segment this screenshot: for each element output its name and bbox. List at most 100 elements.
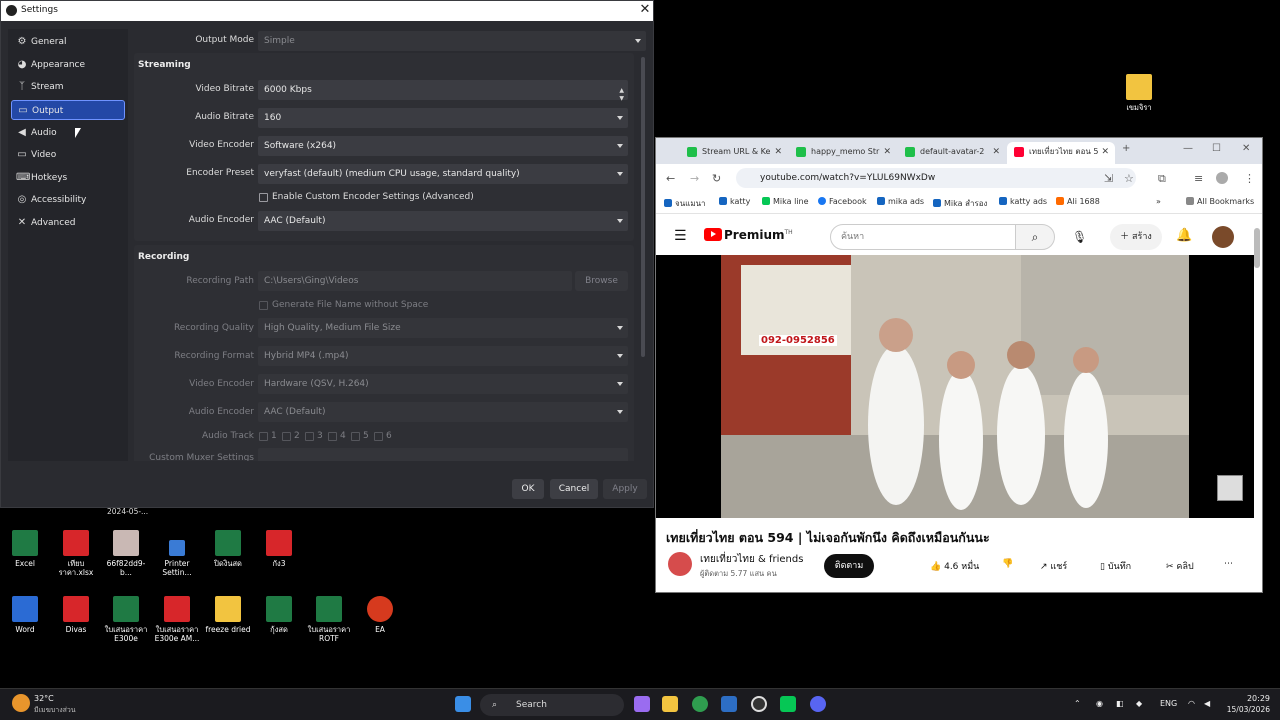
nav-item-video[interactable]: ▭ Video: [11, 145, 125, 165]
nav-item-audio[interactable]: ◀ Audio: [11, 123, 125, 143]
nav-item-appearance[interactable]: ◕ Appearance: [11, 55, 125, 75]
forward-icon[interactable]: →: [690, 172, 699, 185]
recording-quality-select[interactable]: High Quality, Medium File Size: [258, 318, 628, 338]
apply-button[interactable]: Apply: [603, 479, 647, 499]
muxer-input[interactable]: [258, 448, 628, 461]
browse-button[interactable]: Browse: [575, 271, 628, 291]
obs-icon[interactable]: [751, 696, 767, 712]
bookmark-item[interactable]: katty ads: [999, 197, 1047, 206]
spin-down-icon[interactable]: ▼: [619, 89, 624, 109]
cancel-button[interactable]: Cancel: [550, 479, 598, 499]
tray-app-icon[interactable]: ◉: [1096, 699, 1103, 708]
star-icon[interactable]: ☆: [1124, 172, 1134, 185]
nav-item-hotkeys[interactable]: ⌨ Hotkeys: [11, 168, 125, 188]
all-bookmarks[interactable]: All Bookmarks: [1186, 197, 1254, 206]
audio-bitrate-select[interactable]: 160: [258, 108, 628, 128]
account-avatar[interactable]: [1212, 226, 1234, 248]
chrome-icon[interactable]: [692, 696, 708, 712]
desktop-icon-excel2[interactable]: ปิดงินสด: [203, 530, 253, 568]
close-tab-icon[interactable]: ✕: [1101, 142, 1109, 162]
channel-name[interactable]: เทยเที่ยวไทย & friends: [700, 552, 803, 567]
windows-start-icon[interactable]: [455, 696, 471, 712]
audio-track-4-checkbox[interactable]: [328, 432, 337, 441]
audio-track-1-checkbox[interactable]: [259, 432, 268, 441]
desktop-icon-quote-rotf[interactable]: ใบเสนอราคา ROTF: [304, 596, 354, 643]
close-icon[interactable]: ✕: [1242, 143, 1250, 154]
back-icon[interactable]: ←: [666, 172, 675, 185]
taskbar-search[interactable]: ⌕ Search: [480, 694, 624, 716]
desktop-icon-divas[interactable]: Divas: [51, 596, 101, 634]
channel-watermark-icon[interactable]: [1217, 475, 1243, 501]
browser-tab-active[interactable]: เทยเที่ยวไทย ตอน 5 ✕: [1007, 142, 1115, 164]
like-button[interactable]: 👍 4.6 หมื่น: [930, 559, 979, 573]
tray-app-icon[interactable]: ◆: [1136, 699, 1142, 708]
video-bitrate-input[interactable]: 6000 Kbps ▲ ▼: [258, 80, 628, 102]
youtube-premium-logo[interactable]: PremiumTH: [704, 228, 793, 242]
recording-path-input[interactable]: C:\Users\Ging\Videos: [258, 271, 572, 291]
video-player[interactable]: 092-0952856: [721, 255, 1189, 518]
tray-app-icon[interactable]: ◧: [1116, 699, 1124, 708]
clock-time[interactable]: 20:29: [1220, 694, 1270, 703]
bookmark-item[interactable]: Ali 1688: [1056, 197, 1100, 206]
desktop-icon-pdf[interactable]: กัง3: [254, 530, 304, 568]
search-icon[interactable]: ⌕: [1015, 224, 1055, 250]
bookmark-item[interactable]: จนแมนา: [664, 197, 706, 210]
chevron-up-icon[interactable]: ⌃: [1074, 699, 1081, 708]
notifications-bell-icon[interactable]: 🔔: [1176, 228, 1192, 243]
desktop-icon-freeze-dried[interactable]: freeze dried: [203, 596, 253, 634]
new-tab-icon[interactable]: +: [1122, 143, 1130, 154]
desktop-icon-quote-e300e-am[interactable]: ใบเสนอราคา E300e AM...: [152, 596, 202, 643]
bookmark-item[interactable]: Mika สำรอง: [933, 197, 987, 210]
bookmark-item[interactable]: mika ads: [877, 197, 924, 206]
encoder-preset-select[interactable]: veryfast (default) (medium CPU usage, st…: [258, 164, 628, 184]
youtube-search-input[interactable]: ค้นหา: [830, 224, 1016, 250]
channel-avatar[interactable]: [668, 552, 692, 576]
clip-button[interactable]: ✂ คลิป: [1166, 559, 1194, 573]
browser-tab[interactable]: happy_memo Str ✕: [789, 142, 897, 164]
more-actions-icon[interactable]: ⋯: [1224, 559, 1233, 569]
address-bar[interactable]: youtube.com/watch?v=YLUL69NWxDw: [736, 168, 1136, 188]
bookmark-item[interactable]: Mika line: [762, 197, 809, 206]
audio-encoder-select[interactable]: AAC (Default): [258, 211, 628, 231]
extensions-icon[interactable]: ⧉: [1158, 172, 1166, 186]
install-icon[interactable]: ⇲: [1104, 172, 1113, 185]
desktop-icon-word[interactable]: Word: [0, 596, 50, 634]
rec-video-encoder-select[interactable]: Hardware (QSV, H.264): [258, 374, 628, 394]
ok-button[interactable]: OK: [512, 479, 544, 499]
desktop-icon-ea[interactable]: EA: [355, 596, 405, 634]
audio-track-3-checkbox[interactable]: [305, 432, 314, 441]
desktop-icon-quote-e300e[interactable]: ใบเสนอราคา E300e: [101, 596, 151, 643]
video-encoder-select[interactable]: Software (x264): [258, 136, 628, 156]
nav-item-output[interactable]: ▭ Output: [11, 100, 125, 120]
clock-date[interactable]: 15/03/2026: [1220, 705, 1270, 714]
rec-audio-encoder-select[interactable]: AAC (Default): [258, 402, 628, 422]
bookmark-item[interactable]: Facebook: [818, 197, 867, 206]
audio-track-6-checkbox[interactable]: [374, 432, 383, 441]
language-indicator[interactable]: ENG: [1160, 699, 1177, 708]
nav-item-stream[interactable]: ᛉ Stream: [11, 77, 125, 97]
output-mode-select[interactable]: Simple: [258, 31, 646, 51]
close-tab-icon[interactable]: ✕: [774, 142, 782, 162]
nav-item-general[interactable]: ⚙ General: [11, 32, 125, 52]
copilot-icon[interactable]: [634, 696, 650, 712]
nav-item-advanced[interactable]: ✕ Advanced: [11, 213, 125, 233]
weather-icon[interactable]: [12, 694, 30, 712]
settings-scrollbar[interactable]: [641, 57, 645, 357]
discord-icon[interactable]: [810, 696, 826, 712]
menu-icon[interactable]: ⋮: [1244, 172, 1255, 185]
close-icon[interactable]: ✕: [638, 2, 652, 17]
close-tab-icon[interactable]: ✕: [883, 142, 891, 162]
nav-item-accessibility[interactable]: ◎ Accessibility: [11, 190, 125, 210]
close-tab-icon[interactable]: ✕: [992, 142, 1000, 162]
hamburger-menu-icon[interactable]: ☰: [674, 228, 687, 244]
line-app-icon[interactable]: [780, 696, 796, 712]
microphone-icon[interactable]: 🎙: [1072, 230, 1087, 244]
page-scrollbar[interactable]: [1254, 228, 1260, 268]
media-icon[interactable]: ≡: [1194, 172, 1203, 185]
maximize-icon[interactable]: ☐: [1212, 143, 1221, 154]
volume-icon[interactable]: ◀: [1204, 699, 1210, 708]
create-button[interactable]: ＋ สร้าง: [1110, 224, 1162, 250]
desktop-icon-image[interactable]: 66f82dd9-b...: [101, 530, 151, 577]
filename-space-checkbox[interactable]: [259, 301, 268, 310]
save-button[interactable]: ▯ บันทึก: [1100, 559, 1131, 573]
